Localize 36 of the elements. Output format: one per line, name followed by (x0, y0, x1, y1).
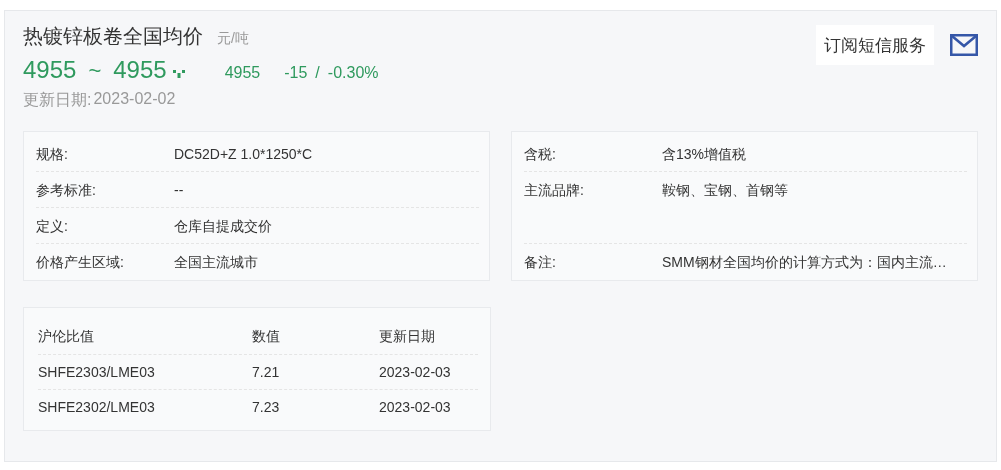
table-cell-text: SHFE2303/LME03 (38, 364, 156, 380)
detail-value: DC52D+Z 1.0*1250*C (174, 146, 313, 162)
detail-value: 全国主流城市 (174, 254, 258, 272)
mail-icon[interactable] (950, 34, 978, 56)
price-high: 4955 (113, 56, 167, 84)
detail-label: 含税: (524, 146, 557, 164)
detail-label: 价格产生区域: (36, 254, 125, 272)
table-cell-text: 2023-02-03 (379, 364, 452, 380)
table-cell-text: SHFE2302/LME03 (38, 399, 156, 415)
table-cell-text: 2023-02-03 (379, 399, 452, 415)
price-low: 4955 (23, 56, 77, 84)
table-cell-text: 7.23 (252, 399, 281, 415)
column-header: 更新日期 (379, 328, 436, 346)
table-cell-text: 7.21 (252, 364, 281, 380)
updated-label: 更新日期: (23, 90, 92, 110)
average-price: 4955 (224, 64, 261, 82)
unit-label: 元/吨 (217, 30, 249, 48)
detail-value: -- (174, 182, 184, 198)
updated-date: 2023-02-02 (93, 90, 176, 109)
range-separator: ~ (88, 58, 102, 84)
subscribe-sms-button[interactable]: 订阅短信服务 (816, 25, 934, 65)
column-header: 沪伦比值 (38, 328, 95, 346)
detail-label: 规格: (36, 146, 69, 164)
detail-value: 鞍钢、宝钢、首钢等 (662, 182, 788, 200)
detail-label: 定义: (36, 218, 69, 236)
change-percent: -0.30% (327, 64, 379, 82)
price-change: -15 (284, 64, 308, 82)
change-slash: / (315, 64, 320, 82)
detail-value: SMM钢材全国均价的计算方式为：国内主流… (662, 254, 947, 272)
column-header: 数值 (252, 328, 281, 346)
page-title: 热镀锌板卷全国均价 (23, 24, 203, 49)
detail-label: 主流品牌: (524, 182, 585, 200)
detail-label: 备注: (524, 254, 557, 272)
detail-label: 参考标准: (36, 182, 97, 200)
detail-value: 含13%增值税 (662, 146, 747, 164)
detail-value: 仓库自提成交价 (174, 218, 272, 236)
